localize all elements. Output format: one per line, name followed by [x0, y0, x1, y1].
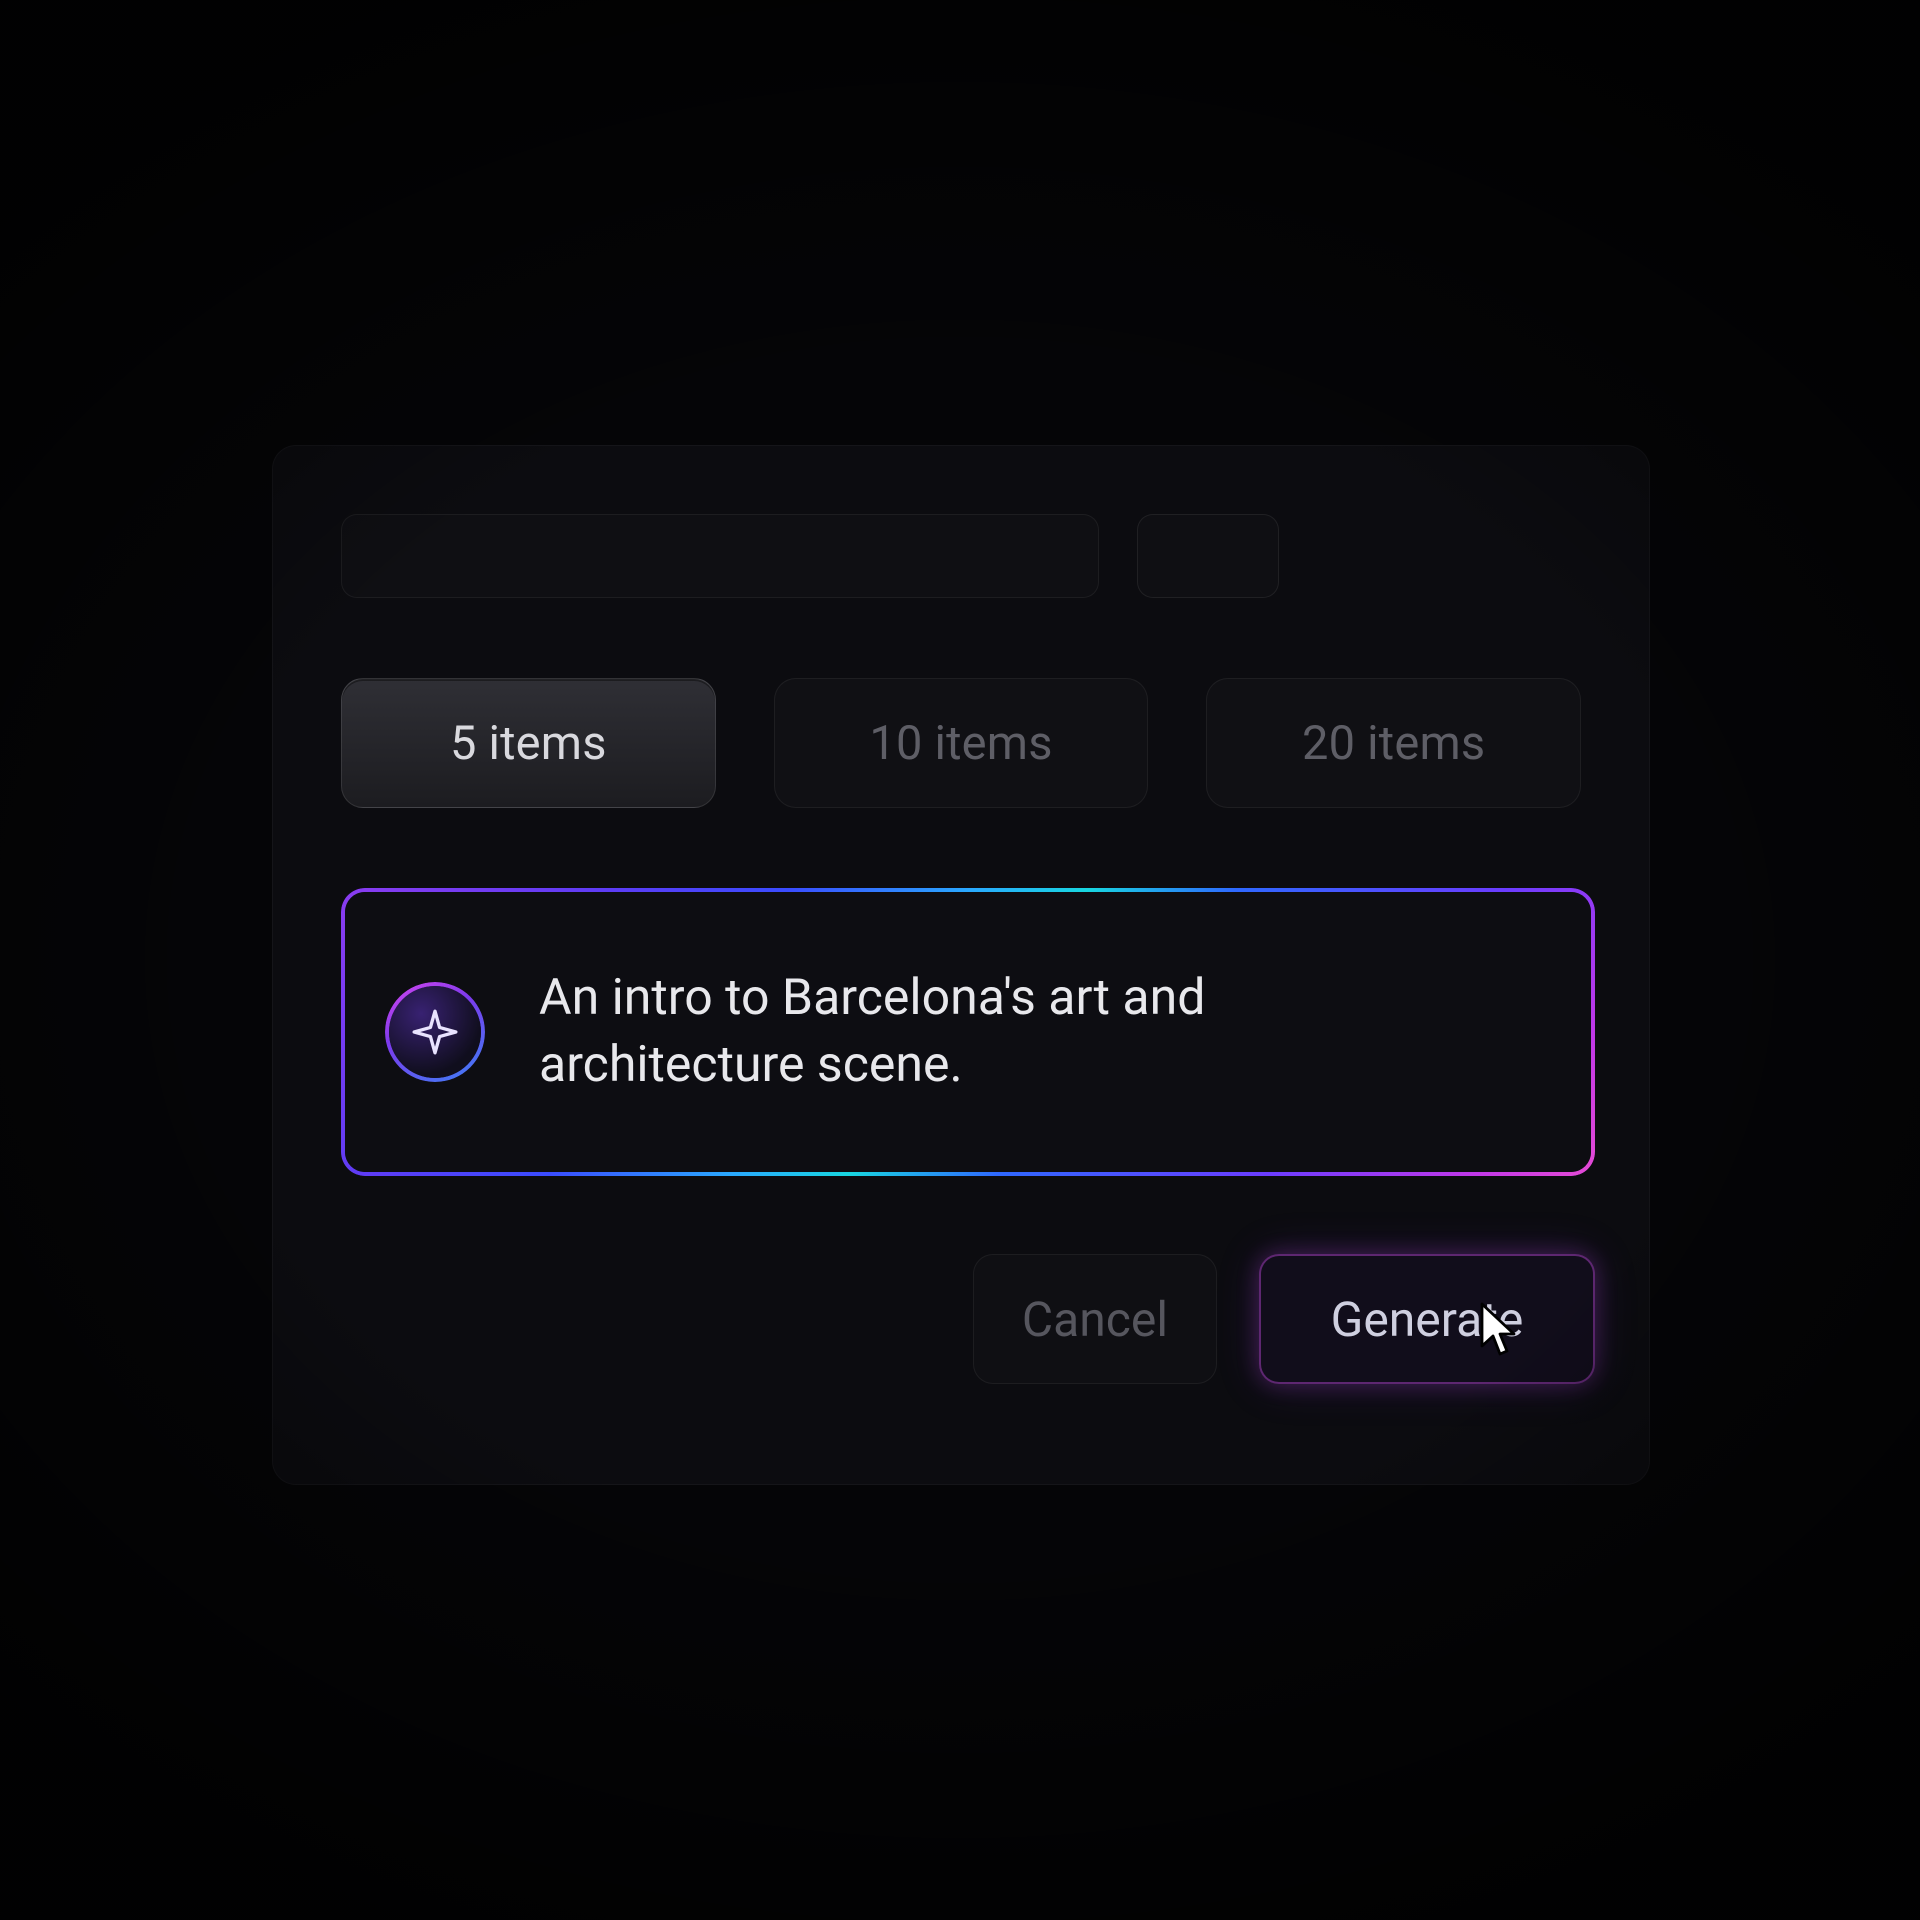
generate-dialog: 5 items 10 items 20 items An intro to Ba…	[272, 445, 1650, 1485]
cancel-button[interactable]: Cancel	[973, 1254, 1217, 1384]
chip-label: 5 items	[450, 716, 607, 771]
prompt-field[interactable]: An intro to Barcelona's art and architec…	[341, 888, 1595, 1176]
prompt-text: An intro to Barcelona's art and architec…	[539, 965, 1419, 1100]
generate-button[interactable]: Generate	[1259, 1254, 1595, 1384]
header-action-button[interactable]	[1137, 514, 1279, 598]
title-input[interactable]	[341, 514, 1099, 598]
header-row	[341, 514, 1581, 598]
sparkle-icon	[385, 982, 485, 1082]
generate-label: Generate	[1331, 1291, 1524, 1348]
cancel-label: Cancel	[1022, 1291, 1168, 1348]
dialog-actions: Cancel Generate	[341, 1254, 1595, 1384]
chip-label: 20 items	[1302, 716, 1485, 771]
item-count-option-20[interactable]: 20 items	[1206, 678, 1581, 808]
item-count-option-5[interactable]: 5 items	[341, 678, 716, 808]
chip-label: 10 items	[869, 716, 1052, 771]
item-count-selector: 5 items 10 items 20 items	[341, 678, 1581, 808]
item-count-option-10[interactable]: 10 items	[774, 678, 1149, 808]
